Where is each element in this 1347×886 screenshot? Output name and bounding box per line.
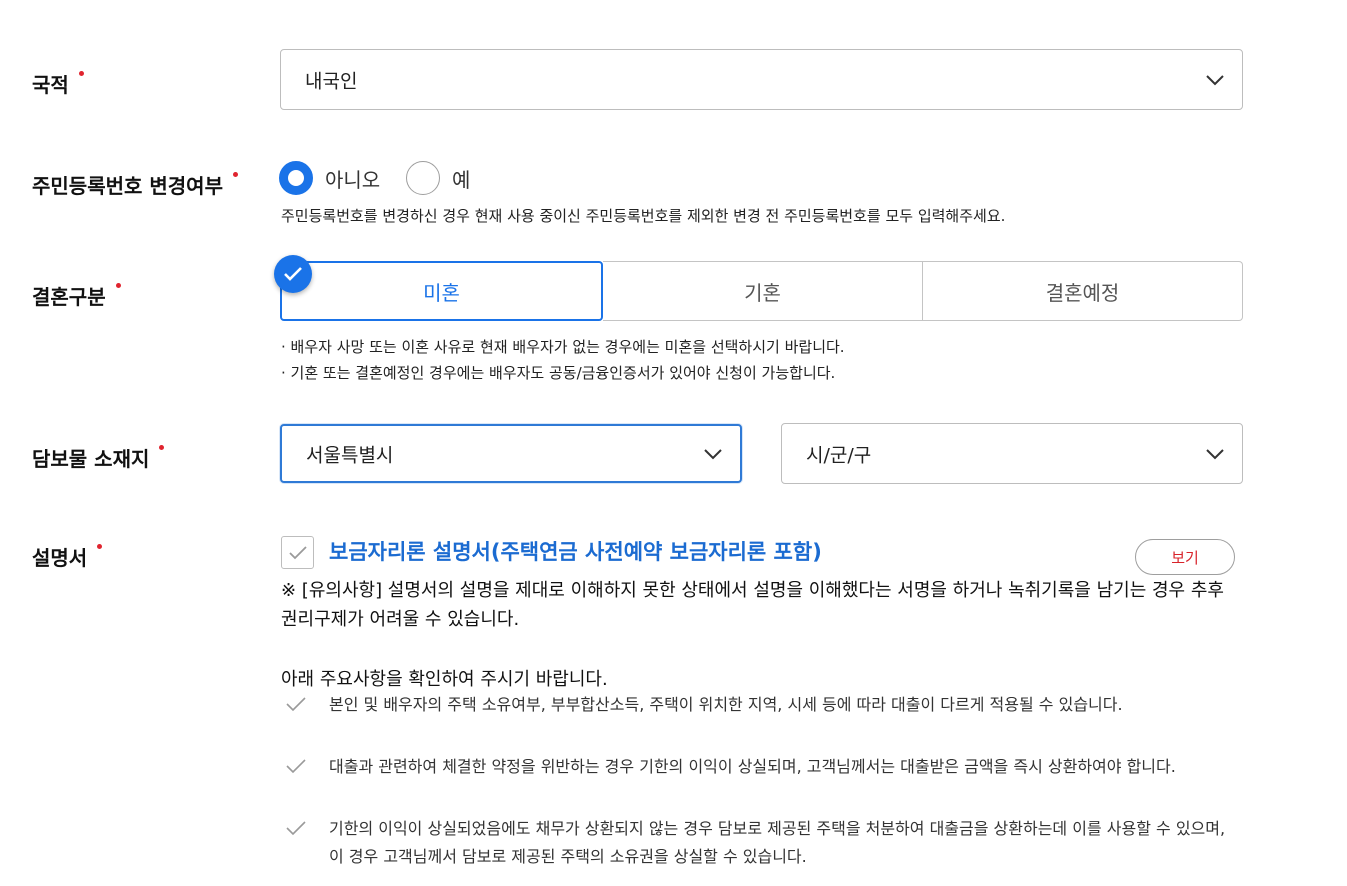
explanation-checkbox[interactable]	[281, 536, 314, 569]
district-value: 시/군/구	[806, 444, 872, 466]
required-dot	[159, 445, 165, 450]
marriage-note-1: · 배우자 사망 또는 이혼 사유로 현재 배우자가 없는 경우에는 미혼을 선…	[281, 338, 845, 356]
check-icon	[288, 545, 307, 559]
check-icon	[274, 255, 312, 293]
explanation-row: 설명서 보금자리론 설명서(주택연금 사전예약 보금자리론 포함) 보기 ※ […	[0, 536, 1347, 881]
explanation-doc-title[interactable]: 보금자리론 설명서(주택연금 사전예약 보금자리론 포함)	[329, 536, 822, 569]
radio-no-label: 아니오	[325, 167, 381, 192]
id-change-label: 주민등록번호 변경여부	[32, 170, 238, 199]
district-select[interactable]: 시/군/구	[781, 423, 1243, 484]
city-value: 서울특별시	[306, 444, 394, 466]
collateral-label: 담보물 소재지	[32, 443, 165, 472]
explanation-notice: ※ [유의사항] 설명서의 설명을 제대로 이해하지 못한 상태에서 설명을 이…	[281, 580, 1224, 630]
check-icon	[286, 759, 306, 774]
list-item-text: 기한의 이익이 상실되었음에도 채무가 상환되지 않는 경우 담보로 제공된 주…	[329, 819, 1226, 866]
marriage-option-single[interactable]: 미혼	[274, 255, 603, 321]
required-dot	[97, 544, 103, 549]
id-change-help: 주민등록번호를 변경하신 경우 현재 사용 중이신 주민등록번호를 제외한 변경…	[281, 207, 1006, 225]
nationality-value: 내국인	[305, 70, 358, 92]
nationality-label: 국적	[32, 69, 84, 98]
radio-yes-label: 예	[452, 167, 471, 192]
chevron-down-icon	[704, 448, 722, 459]
required-dot	[232, 172, 238, 177]
explanation-sub-head: 아래 주요사항을 확인하여 주시기 바랍니다.	[281, 669, 608, 690]
city-select[interactable]: 서울특별시	[280, 424, 742, 483]
marriage-note-2: · 기혼 또는 결혼예정인 경우에는 배우자도 공동/금융인증서가 있어야 신청…	[281, 364, 836, 382]
radio-no-circle[interactable]	[279, 161, 313, 195]
marriage-label: 결혼구분	[32, 281, 121, 310]
check-icon	[286, 821, 306, 836]
list-item-text: 대출과 관련하여 체결한 약정을 위반하는 경우 기한의 이익이 상실되며, 고…	[329, 757, 1176, 776]
radio-no[interactable]: 아니오	[279, 161, 380, 195]
list-item-text: 본인 및 배우자의 주택 소유여부, 부부합산소득, 주택이 위치한 지역, 시…	[329, 695, 1123, 714]
required-dot	[115, 283, 121, 288]
chevron-down-icon	[1206, 74, 1224, 85]
marriage-row: 결혼구분 미혼 기혼 결혼예정 · 배우자 사망 또는 이혼 사유로 현재 배우…	[0, 255, 1347, 391]
check-icon	[286, 697, 306, 712]
list-item: 본인 및 배우자의 주택 소유여부, 부부합산소득, 주택이 위치한 지역, 시…	[281, 691, 1241, 747]
list-item: 기한의 이익이 상실되었음에도 채무가 상환되지 않는 경우 담보로 제공된 주…	[281, 815, 1241, 871]
radio-yes-circle[interactable]	[406, 161, 440, 195]
marriage-option-engaged[interactable]: 결혼예정	[923, 261, 1243, 321]
required-dot	[78, 71, 84, 76]
explanation-label: 설명서	[32, 542, 103, 571]
nationality-row: 국적 내국인	[0, 49, 1347, 110]
marriage-segment: 미혼 기혼 결혼예정	[274, 255, 1243, 321]
chevron-down-icon	[1206, 448, 1224, 459]
radio-yes[interactable]: 예	[406, 161, 470, 195]
view-button[interactable]: 보기	[1135, 539, 1235, 575]
list-item: 대출과 관련하여 체결한 약정을 위반하는 경우 기한의 이익이 상실되며, 고…	[281, 753, 1241, 809]
nationality-select[interactable]: 내국인	[280, 49, 1243, 110]
collateral-row: 담보물 소재지 서울특별시 시/군/구	[0, 423, 1347, 484]
id-change-row: 주민등록번호 변경여부 아니오 예 주민등록번호를 변경하신 경우 현재 사용 …	[0, 161, 1347, 231]
marriage-option-married[interactable]: 기혼	[603, 261, 923, 321]
